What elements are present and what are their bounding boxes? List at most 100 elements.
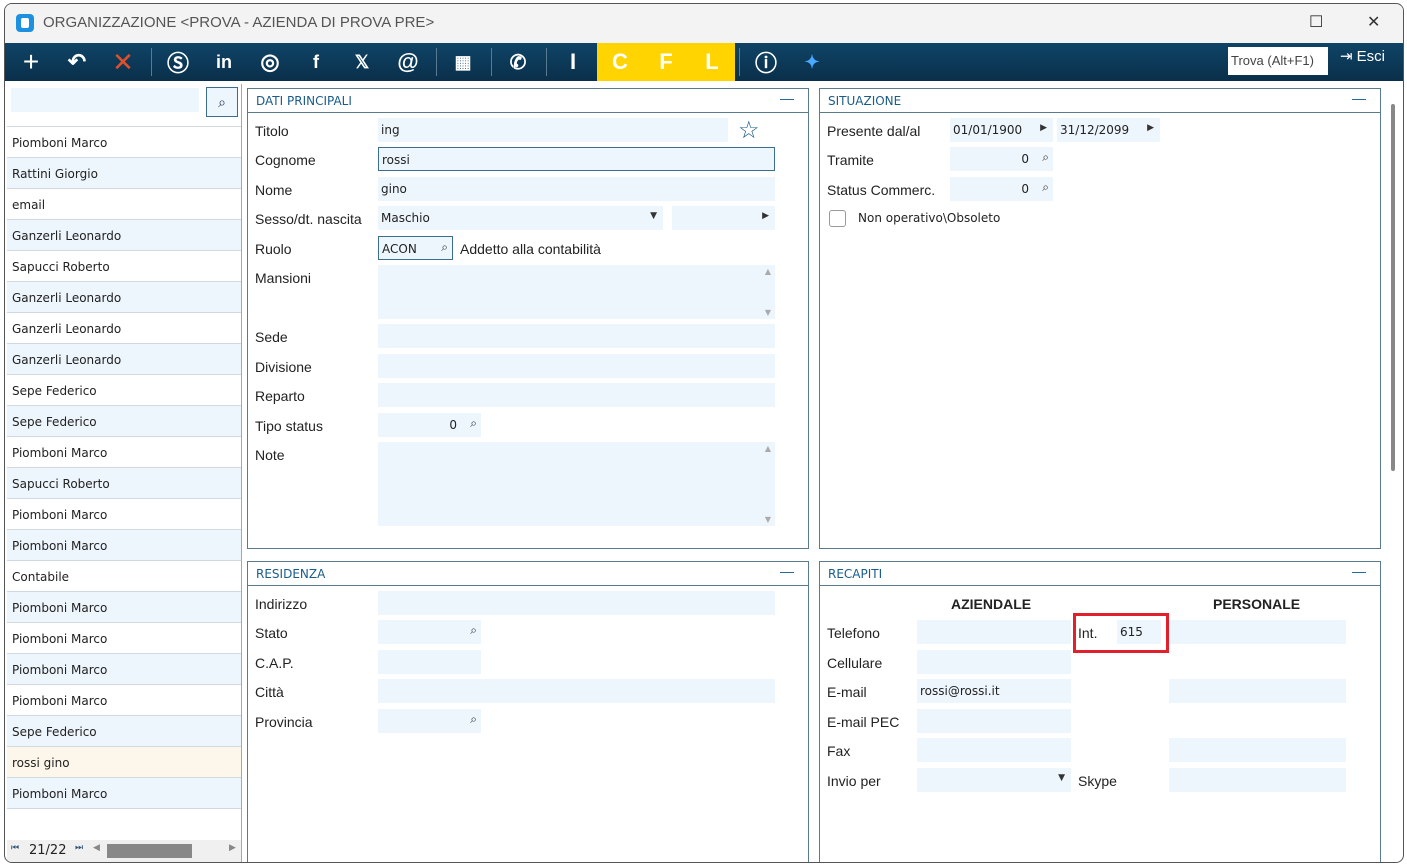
list-item[interactable]: Sepe Federico: [7, 406, 241, 437]
telefono-personale-field[interactable]: [1169, 620, 1346, 644]
provincia-field[interactable]: ⌕: [378, 709, 481, 733]
nome-field[interactable]: gino: [378, 177, 775, 201]
l-button[interactable]: L: [689, 43, 735, 81]
cap-field[interactable]: [378, 650, 481, 674]
search-icon[interactable]: ⌕: [1042, 150, 1049, 165]
list-item[interactable]: Ganzerli Leonardo: [7, 344, 241, 375]
scroll-right-icon[interactable]: ▶: [229, 843, 236, 853]
date-arrow-icon[interactable]: ▶: [762, 211, 769, 221]
sede-field[interactable]: [378, 324, 775, 348]
list-item[interactable]: Sepe Federico: [7, 716, 241, 747]
fax-personale-field[interactable]: [1169, 738, 1346, 762]
date-arrow-icon[interactable]: ▶: [1040, 123, 1047, 133]
search-icon[interactable]: ⌕: [441, 240, 448, 255]
list-item[interactable]: Ganzerli Leonardo: [7, 313, 241, 344]
indirizzo-field[interactable]: [378, 591, 775, 615]
x-icon[interactable]: 𝕏: [340, 43, 384, 81]
list-item[interactable]: Piomboni Marco: [7, 623, 241, 654]
close-window-button[interactable]: ✕: [1367, 12, 1380, 32]
list-item[interactable]: Piomboni Marco: [7, 530, 241, 561]
invio-select[interactable]: ▼: [917, 768, 1071, 792]
first-record-icon[interactable]: ⏮: [11, 843, 19, 853]
obsoleto-checkbox[interactable]: [829, 210, 846, 227]
list-item[interactable]: Piomboni Marco: [7, 437, 241, 468]
titolo-field[interactable]: ing: [378, 118, 728, 142]
instagram-icon[interactable]: ◎: [248, 43, 292, 81]
ai-assistant-icon[interactable]: ✦: [790, 43, 834, 81]
list-item[interactable]: Ganzerli Leonardo: [7, 220, 241, 251]
add-icon[interactable]: +: [9, 43, 53, 81]
cognome-field[interactable]: rossi: [378, 147, 775, 171]
ruolo-field[interactable]: ACON ⌕: [378, 236, 453, 260]
collapse-icon[interactable]: —: [780, 563, 794, 579]
vertical-scrollbar[interactable]: [1391, 104, 1395, 471]
reparto-field[interactable]: [378, 383, 775, 407]
citta-field[interactable]: [378, 679, 775, 703]
tipo-status-field[interactable]: 0 ⌕: [378, 413, 481, 437]
list-item[interactable]: Ganzerli Leonardo: [7, 282, 241, 313]
list-search-input[interactable]: [11, 88, 199, 112]
collapse-icon[interactable]: —: [780, 90, 794, 106]
phone-icon[interactable]: ✆: [496, 43, 540, 81]
list-item[interactable]: email: [7, 189, 241, 220]
collapse-icon[interactable]: —: [1352, 563, 1366, 579]
list-item[interactable]: Sapucci Roberto: [7, 251, 241, 282]
list-item[interactable]: Contabile: [7, 561, 241, 592]
email-personale-field[interactable]: [1169, 679, 1346, 703]
sesso-select[interactable]: Maschio ▼: [378, 206, 663, 230]
divisione-field[interactable]: [378, 354, 775, 378]
list-item[interactable]: rossi gino: [7, 747, 241, 778]
stato-field[interactable]: ⌕: [378, 620, 481, 644]
find-button[interactable]: Trova (Alt+F1): [1228, 47, 1328, 75]
fax-aziendale-field[interactable]: [917, 738, 1071, 762]
label: Tipo status: [255, 418, 323, 434]
list-item[interactable]: Sapucci Roberto: [7, 468, 241, 499]
mansioni-textarea[interactable]: ▲ ▼: [378, 265, 775, 319]
telefono-aziendale-field[interactable]: [917, 620, 1071, 644]
date-arrow-icon[interactable]: ▶: [1147, 123, 1154, 133]
f-button[interactable]: F: [643, 43, 689, 81]
c-button[interactable]: C: [597, 43, 643, 81]
last-record-icon[interactable]: ⏭: [75, 843, 83, 853]
birthdate-field[interactable]: ▶: [672, 206, 775, 230]
collapse-icon[interactable]: —: [1352, 90, 1366, 106]
dal-field[interactable]: 01/01/1900 ▶: [950, 118, 1053, 142]
list-item[interactable]: Piomboni Marco: [7, 685, 241, 716]
list-item[interactable]: Piomboni Marco: [7, 778, 241, 809]
search-icon[interactable]: ⌕: [470, 416, 477, 431]
search-icon[interactable]: ⌕: [1042, 180, 1049, 195]
skype-icon[interactable]: Ⓢ: [156, 43, 200, 81]
exit-button[interactable]: ⇥ Esci: [1340, 47, 1385, 66]
search-icon: ⌕: [218, 93, 226, 110]
delete-icon[interactable]: ✕: [101, 43, 145, 81]
list-item[interactable]: Piomboni Marco: [7, 592, 241, 623]
pec-field[interactable]: [917, 709, 1071, 733]
search-icon[interactable]: ⌕: [470, 623, 477, 638]
list-search-button[interactable]: ⌕: [206, 87, 238, 117]
email-icon[interactable]: @: [386, 43, 430, 81]
star-icon[interactable]: ☆: [738, 116, 760, 145]
help-icon[interactable]: ⓘ: [744, 43, 788, 81]
undo-icon[interactable]: ↶: [55, 43, 99, 81]
status-commerciale-field[interactable]: 0 ⌕: [950, 177, 1053, 201]
qrcode-icon[interactable]: ▦: [441, 43, 485, 81]
horizontal-scrollbar-thumb[interactable]: [107, 844, 192, 858]
i-button[interactable]: I: [551, 43, 595, 81]
interno-field[interactable]: 615: [1117, 620, 1161, 644]
list-item[interactable]: Piomboni Marco: [7, 499, 241, 530]
note-textarea[interactable]: ▲ ▼: [378, 442, 775, 526]
linkedin-icon[interactable]: in: [202, 43, 246, 81]
cellulare-field[interactable]: [917, 650, 1071, 674]
list-item[interactable]: Piomboni Marco: [7, 654, 241, 685]
search-icon[interactable]: ⌕: [470, 712, 477, 727]
skype-field[interactable]: [1169, 768, 1346, 792]
al-field[interactable]: 31/12/2099 ▶: [1057, 118, 1160, 142]
facebook-icon[interactable]: f: [294, 43, 338, 81]
email-aziendale-field[interactable]: rossi@rossi.it: [917, 679, 1071, 703]
maximize-button[interactable]: ☐: [1309, 12, 1323, 32]
scroll-left-icon[interactable]: ◀: [93, 843, 100, 853]
list-item[interactable]: Piomboni Marco: [7, 127, 241, 158]
list-item[interactable]: Sepe Federico: [7, 375, 241, 406]
tramite-field[interactable]: 0 ⌕: [950, 147, 1053, 171]
list-item[interactable]: Rattini Giorgio: [7, 158, 241, 189]
